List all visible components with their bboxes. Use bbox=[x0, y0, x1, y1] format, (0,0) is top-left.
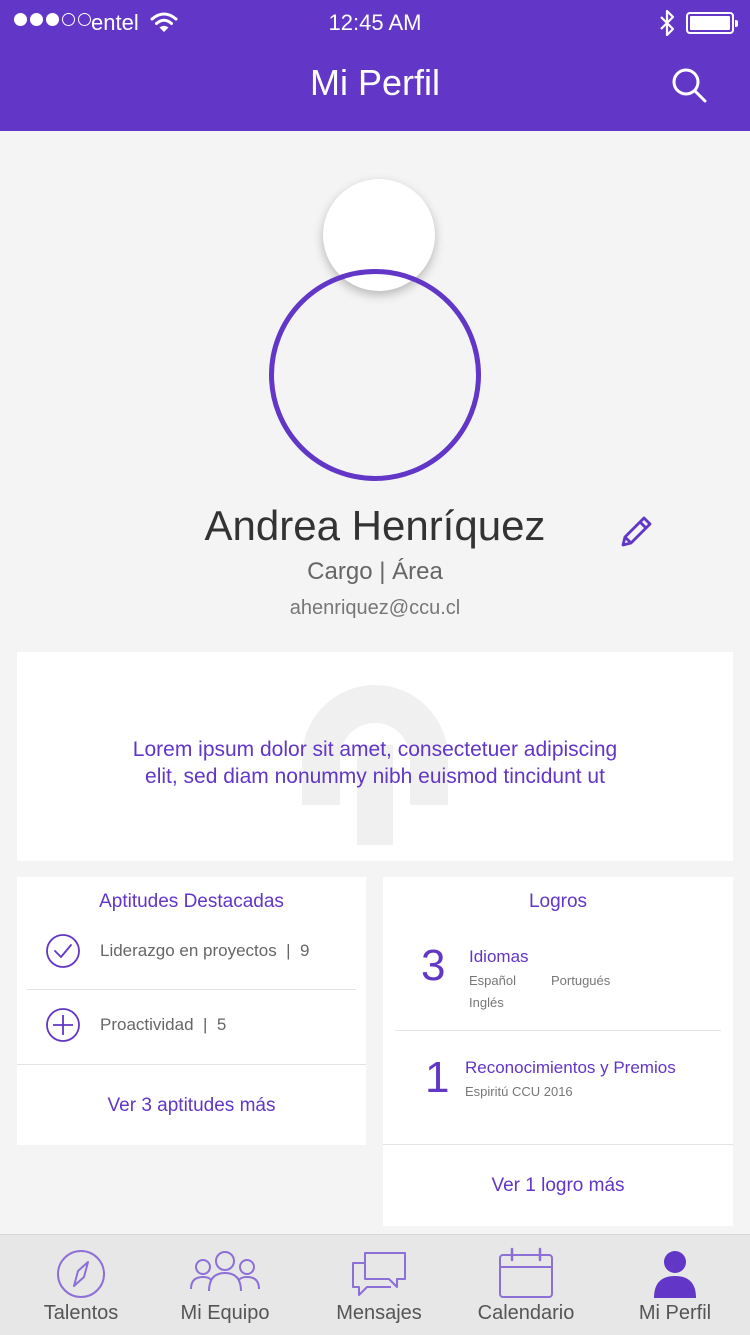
page-title: Mi Perfil bbox=[309, 62, 440, 103]
achievement-detail: Portugués bbox=[551, 973, 611, 988]
clock: 12:45 AM bbox=[328, 10, 422, 35]
user-icon bbox=[654, 1251, 696, 1298]
tab-label: Talentos bbox=[43, 1302, 119, 1324]
skill-item: Proactividad | 5 bbox=[100, 1015, 227, 1034]
about-line: Lorem ipsum dolor sit amet, consectetuer… bbox=[132, 738, 618, 761]
tab-talentos[interactable]: Talentos bbox=[1, 1235, 161, 1335]
divider bbox=[17, 1064, 366, 1065]
chat-icon bbox=[352, 1252, 406, 1296]
achievement-count: 3 bbox=[421, 941, 446, 990]
about-card: Lorem ipsum dolor sit amet, consectetuer… bbox=[17, 652, 733, 861]
skill-item: Liderazgo en proyectos | 9 bbox=[100, 941, 310, 960]
tab-label: Calendario bbox=[477, 1302, 575, 1324]
bluetooth-icon bbox=[660, 9, 675, 37]
search-icon[interactable] bbox=[670, 66, 708, 104]
battery-icon bbox=[686, 12, 738, 34]
status-bar: entel 12:45 AM bbox=[0, 0, 750, 46]
tab-mi-equipo[interactable]: Mi Equipo bbox=[145, 1235, 305, 1335]
check-circle-icon[interactable] bbox=[45, 933, 81, 969]
plus-circle-icon[interactable] bbox=[45, 1007, 81, 1043]
about-text: Lorem ipsum dolor sit amet, consectetuer… bbox=[17, 736, 733, 790]
header: entel 12:45 AM Mi Perfil bbox=[0, 0, 750, 131]
achievement-title[interactable]: Reconocimientos y Premios bbox=[465, 1058, 676, 1078]
tab-calendario[interactable]: Calendario bbox=[446, 1235, 606, 1335]
about-line: elit, sed diam nonummy nibh euismod tinc… bbox=[145, 765, 605, 788]
achievements-card: Logros 3 Idiomas Español Portugués Inglé… bbox=[383, 877, 733, 1226]
divider bbox=[395, 1030, 721, 1031]
compass-icon bbox=[57, 1250, 105, 1298]
skills-title: Aptitudes Destacadas bbox=[99, 891, 284, 912]
achievement-detail: Inglés bbox=[469, 995, 504, 1010]
tab-bar: Talentos Mi Equipo Mensajes Calendario M… bbox=[0, 1234, 750, 1335]
team-icon bbox=[190, 1251, 260, 1292]
divider bbox=[383, 1144, 733, 1145]
calendar-icon bbox=[499, 1247, 553, 1298]
tab-label: Mensajes bbox=[336, 1302, 422, 1324]
tab-label: Mi Equipo bbox=[180, 1302, 270, 1324]
pencil-icon[interactable] bbox=[614, 510, 658, 554]
tab-mensajes[interactable]: Mensajes bbox=[299, 1235, 459, 1335]
achievement-detail: Espiritú CCU 2016 bbox=[465, 1084, 573, 1099]
profile-email: ahenriquez@ccu.cl bbox=[289, 597, 461, 619]
tab-mi-perfil[interactable]: Mi Perfil bbox=[595, 1235, 750, 1335]
achievement-count: 1 bbox=[425, 1053, 450, 1102]
tab-label: Mi Perfil bbox=[638, 1302, 712, 1324]
profile-role: Cargo | Área bbox=[307, 558, 443, 585]
skills-card: Aptitudes Destacadas Liderazgo en proyec… bbox=[17, 877, 366, 1145]
more-skills-link[interactable]: Ver 3 aptitudes más bbox=[17, 1095, 366, 1117]
more-achievements-link[interactable]: Ver 1 logro más bbox=[383, 1175, 733, 1197]
achievement-detail: Español bbox=[469, 973, 516, 988]
achievements-title: Logros bbox=[528, 891, 588, 912]
divider bbox=[27, 989, 356, 990]
avatar-ring bbox=[269, 269, 481, 481]
achievement-title[interactable]: Idiomas bbox=[469, 947, 529, 967]
